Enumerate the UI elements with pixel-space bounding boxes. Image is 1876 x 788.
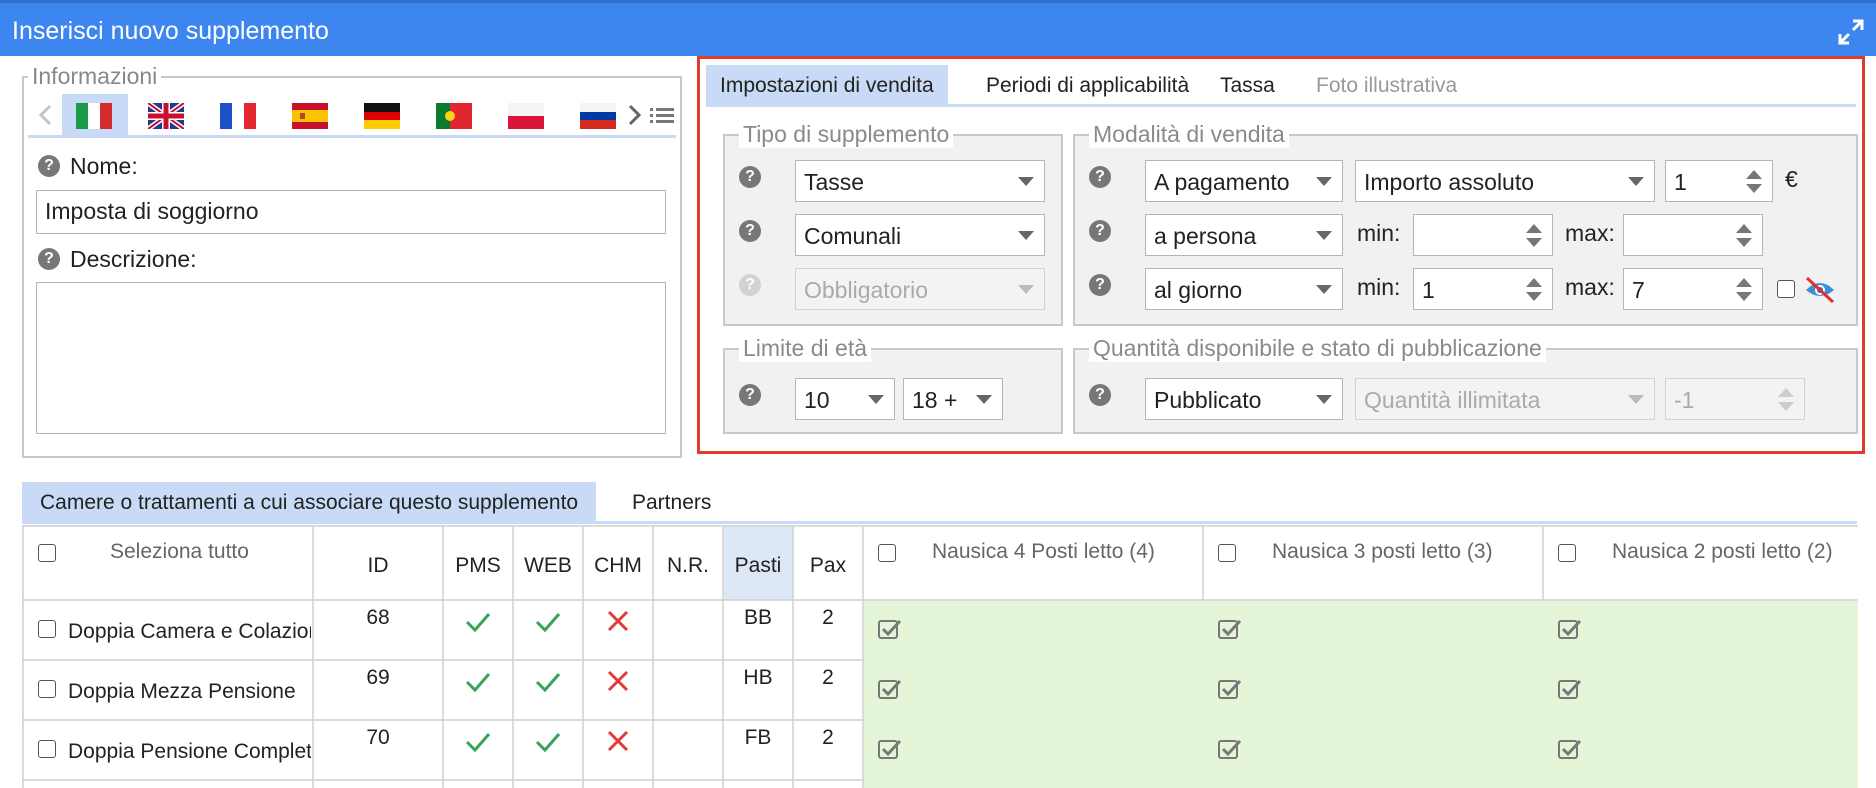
checked-box-icon[interactable] (878, 738, 902, 760)
row-id: 70 (366, 726, 390, 749)
room-column-header: Nausica 4 Posti letto (4) (932, 540, 1155, 563)
row-name: Doppia Mezza Pensione (68, 680, 296, 703)
room-column-checkbox[interactable] (1558, 544, 1576, 562)
room-column-header: Nausica 3 posti letto (3) (1272, 540, 1493, 563)
table-grid (22, 525, 1858, 788)
row-checkbox[interactable] (38, 740, 56, 758)
check-icon (535, 613, 561, 633)
checked-box-icon[interactable] (1558, 678, 1582, 700)
row-id: 68 (366, 606, 390, 629)
row-checkbox[interactable] (38, 680, 56, 698)
row-pasti: BB (743, 606, 772, 629)
row-pax: 2 (822, 666, 834, 689)
row-name: Doppia Camera e Colazione (68, 620, 311, 643)
header-nr: N.R. (667, 554, 709, 577)
row-pasti: HB (743, 666, 773, 689)
checked-box-icon[interactable] (1558, 618, 1582, 640)
room-column-checkbox[interactable] (1218, 544, 1236, 562)
check-icon (465, 613, 491, 633)
checked-box-icon[interactable] (1218, 738, 1242, 760)
cross-icon (607, 610, 629, 632)
check-icon (465, 733, 491, 753)
row-pasti: FB (744, 726, 772, 749)
cross-icon (607, 670, 629, 692)
room-column-header: Nausica 2 posti letto (2) (1612, 540, 1833, 563)
row-pax: 2 (822, 606, 834, 629)
header-pax: Pax (809, 554, 847, 577)
header-web: WEB (524, 554, 572, 577)
row-id: 69 (366, 666, 390, 689)
select-all-label: Seleziona tutto (110, 540, 249, 563)
row-name: Doppia Pensione Completa (68, 740, 311, 763)
cross-icon (607, 730, 629, 752)
header-chm: CHM (594, 554, 642, 577)
check-icon (465, 673, 491, 693)
header-id: ID (367, 554, 389, 577)
header-pasti: Pasti (734, 554, 782, 577)
checked-box-icon[interactable] (878, 618, 902, 640)
checked-box-icon[interactable] (1558, 738, 1582, 760)
select-all-checkbox[interactable] (38, 544, 56, 562)
checked-box-icon[interactable] (1218, 618, 1242, 640)
row-checkbox[interactable] (38, 620, 56, 638)
check-icon (535, 673, 561, 693)
checked-box-icon[interactable] (1218, 678, 1242, 700)
header-pms: PMS (455, 554, 501, 577)
row-pax: 2 (822, 726, 834, 749)
room-column-checkbox[interactable] (878, 544, 896, 562)
check-icon (535, 733, 561, 753)
checked-box-icon[interactable] (878, 678, 902, 700)
